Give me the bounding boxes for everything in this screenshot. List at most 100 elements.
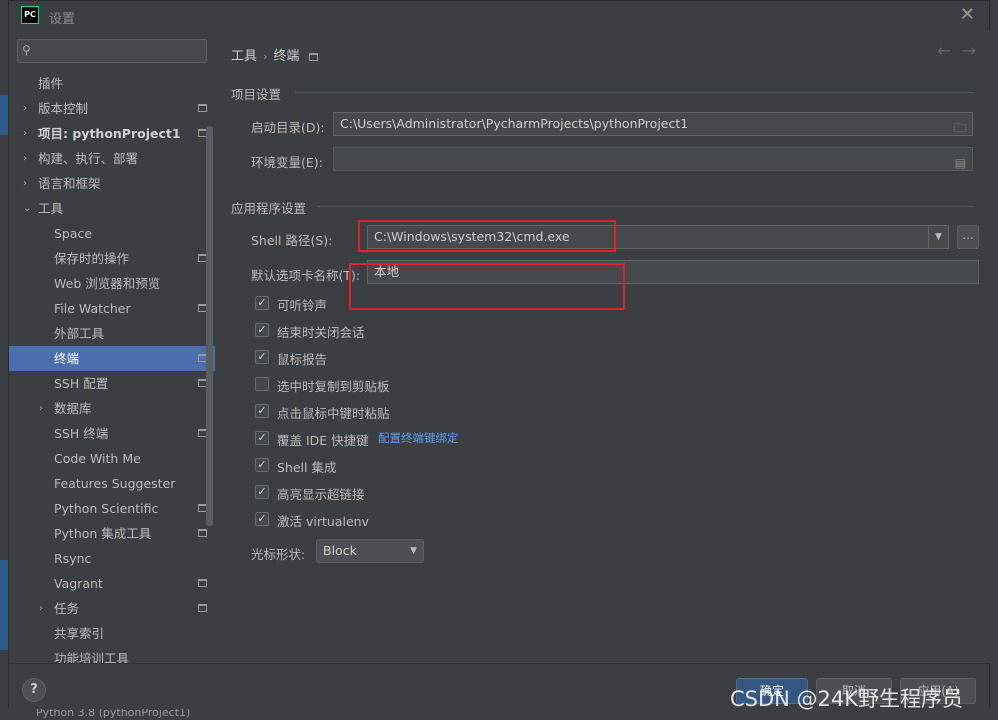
checkbox-checked[interactable]: ✓ <box>255 296 269 310</box>
checkbox-checked[interactable]: ✓ <box>255 350 269 364</box>
checkbox-label: Shell 集成 <box>277 460 337 475</box>
sidebar-item-label: Features Suggester <box>54 476 176 491</box>
sidebar-item-label: 插件 <box>38 76 64 91</box>
sidebar-item[interactable]: › 任务 <box>9 596 215 621</box>
sidebar-item[interactable]: Features Suggester <box>9 471 215 496</box>
sidebar-item-label: Python Scientific <box>54 501 159 516</box>
chevron-down-icon[interactable]: ▼ <box>928 226 948 248</box>
section-divider <box>317 206 975 207</box>
sidebar-item[interactable]: Python Scientific <box>9 496 215 521</box>
checkbox-label: 结束时关闭会话 <box>277 325 365 340</box>
sidebar-item[interactable]: SSH 终端 <box>9 421 215 446</box>
document-icon[interactable]: ▤ <box>955 152 966 170</box>
checkbox-checked[interactable]: ✓ <box>255 512 269 526</box>
chevron-right-icon[interactable]: › <box>23 171 27 196</box>
checkbox-label: 鼠标报告 <box>277 352 328 367</box>
sidebar-item-label: Space <box>54 226 93 241</box>
project-settings-section-title: 项目设置 <box>231 87 282 102</box>
checkbox-checked[interactable]: ✓ <box>255 431 269 445</box>
chevron-right-icon[interactable]: › <box>23 146 27 171</box>
checkbox-checked[interactable]: ✓ <box>255 404 269 418</box>
sidebar-item-label: Python 集成工具 <box>54 526 152 541</box>
title-bar: PC 设置 ✕ <box>9 1 989 31</box>
checkbox-label: 高亮显示超链接 <box>277 487 365 502</box>
sidebar-item-label: SSH 配置 <box>54 376 109 391</box>
browse-shell-button[interactable]: ... <box>957 225 979 249</box>
project-scope-icon <box>198 579 207 587</box>
sidebar-item[interactable]: 保存时的操作 <box>9 246 215 271</box>
checkbox-checked[interactable]: ✓ <box>255 323 269 337</box>
settings-tree-pane: ⚲ 插件 › 版本控制 › 项目: pythonProject1 › 构建、执行、部署 › 语言… <box>9 31 215 663</box>
start-dir-field[interactable]: C:\Users\Administrator\PycharmProjects\p… <box>333 112 973 136</box>
checkbox-label: 覆盖 IDE 快捷键 <box>277 433 369 448</box>
checkbox-label: 可听铃声 <box>277 298 328 313</box>
checkbox-checked[interactable]: ✓ <box>255 485 269 499</box>
sidebar-item[interactable]: › 数据库 <box>9 396 215 421</box>
sidebar-item[interactable]: Space <box>9 221 215 246</box>
help-button[interactable]: ? <box>22 678 46 702</box>
sidebar-item-label: 功能培训工具 <box>54 651 130 663</box>
sidebar-item[interactable]: 外部工具 <box>9 321 215 346</box>
sidebar-item-label: 项目: pythonProject1 <box>38 126 181 141</box>
navigation-arrows: ← → <box>925 41 976 60</box>
sidebar-item[interactable]: File Watcher <box>9 296 215 321</box>
start-dir-label: 启动目录(D): <box>251 120 325 135</box>
chevron-right-icon[interactable]: › <box>23 121 27 146</box>
sidebar-item[interactable]: 插件 <box>9 71 215 96</box>
configure-keybindings-link[interactable]: 配置终端键绑定 <box>378 430 459 446</box>
csdn-watermark: CSDN @24K野生程序员 <box>730 687 964 711</box>
checkbox-label: 选中时复制到剪贴板 <box>277 379 390 394</box>
sidebar-item-label: 任务 <box>54 601 80 616</box>
sidebar-item[interactable]: SSH 配置 <box>9 371 215 396</box>
project-scope-icon <box>309 52 319 61</box>
cursor-shape-combo[interactable]: Block ▼ <box>316 539 424 563</box>
chevron-right-icon[interactable]: › <box>39 596 43 621</box>
sidebar-item[interactable]: › 构建、执行、部署 <box>9 146 215 171</box>
sidebar-item-label: Code With Me <box>54 451 141 466</box>
checkbox-checked[interactable]: ✓ <box>255 458 269 472</box>
close-icon[interactable]: ✕ <box>960 4 975 25</box>
chevron-down-icon[interactable]: ⌄ <box>23 196 31 221</box>
window-title: 设置 <box>49 12 76 27</box>
sidebar-item-label: 构建、执行、部署 <box>38 151 139 166</box>
chevron-right-icon[interactable]: › <box>39 396 43 421</box>
sidebar-item[interactable]: 功能培训工具 <box>9 646 215 663</box>
sidebar-item-label: Web 浏览器和预览 <box>54 276 161 291</box>
settings-tree: 插件 › 版本控制 › 项目: pythonProject1 › 构建、执行、部署 › 语言和框… <box>9 71 215 663</box>
chevron-right-icon[interactable]: › <box>23 96 27 121</box>
sidebar-item-label: 保存时的操作 <box>54 251 130 266</box>
sidebar-item[interactable]: › 项目: pythonProject1 <box>9 121 215 146</box>
breadcrumb-current: 终端 <box>273 49 300 64</box>
sidebar-item[interactable]: › 版本控制 <box>9 96 215 121</box>
checkbox-label: 激活 virtualenv <box>277 514 369 529</box>
sidebar-item[interactable]: Rsync <box>9 546 215 571</box>
search-input[interactable] <box>40 42 200 60</box>
env-vars-label: 环境变量(E): <box>251 155 323 170</box>
sidebar-item[interactable]: Code With Me <box>9 446 215 471</box>
breadcrumb-parent[interactable]: 工具 <box>231 49 257 64</box>
folder-icon[interactable]: 🗀 <box>954 117 966 135</box>
settings-search-box[interactable]: ⚲ <box>17 39 207 63</box>
forward-arrow-icon[interactable]: → <box>963 41 976 60</box>
sidebar-item[interactable]: Web 浏览器和预览 <box>9 271 215 296</box>
sidebar-item[interactable]: Python 集成工具 <box>9 521 215 546</box>
start-dir-value: C:\Users\Administrator\PycharmProjects\p… <box>340 116 689 131</box>
background-ide-left-strip <box>0 0 8 720</box>
sidebar-item[interactable]: Vagrant <box>9 571 215 596</box>
sidebar-item[interactable]: › 语言和框架 <box>9 171 215 196</box>
sidebar-item[interactable]: 共享索引 <box>9 621 215 646</box>
background-ide-block <box>0 95 8 135</box>
env-vars-field[interactable]: ▤ <box>333 147 973 171</box>
settings-content-pane: 工具 › 终端 ← → 项目设置 启动目录(D): C:\Users\Administ… <box>215 31 990 663</box>
sidebar-item-label: 语言和框架 <box>38 176 101 191</box>
sidebar-item-label: 终端 <box>54 351 80 366</box>
back-arrow-icon[interactable]: ← <box>937 41 950 60</box>
sidebar-item-label: Vagrant <box>54 576 103 591</box>
settings-dialog: PC 设置 ✕ ⚲ 插件 › 版本控制 › 项目: pythonProject1 › 构建、… <box>8 0 990 709</box>
sidebar-item[interactable]: 终端 <box>9 346 215 371</box>
tree-scrollbar[interactable] <box>206 126 213 526</box>
sidebar-item[interactable]: ⌄ 工具 <box>9 196 215 221</box>
checkbox-unchecked[interactable] <box>255 377 269 391</box>
sidebar-item-label: Rsync <box>54 551 92 566</box>
sidebar-item-label: SSH 终端 <box>54 426 109 441</box>
